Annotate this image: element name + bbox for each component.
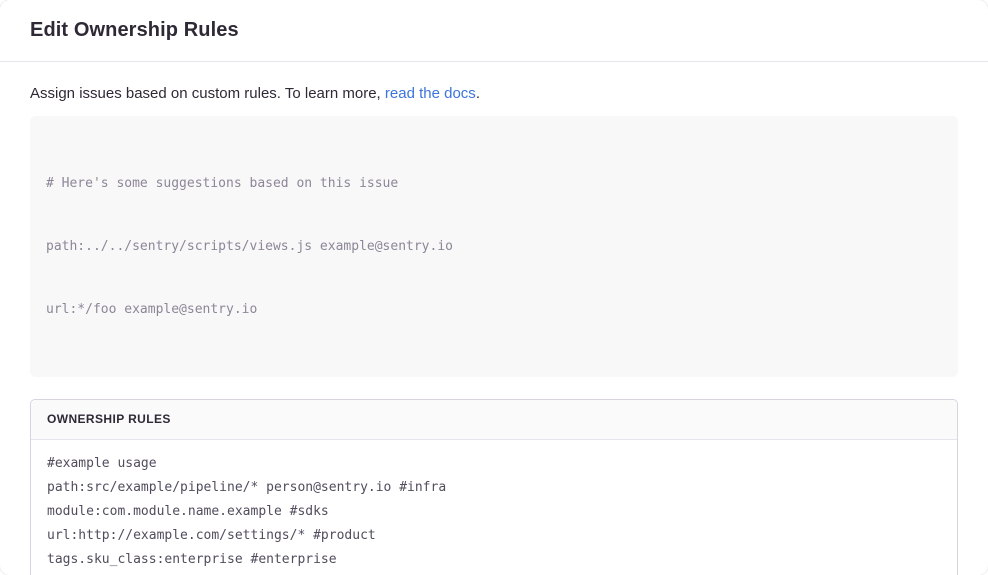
ownership-rules-textarea[interactable]: #example usage path:src/example/pipeline…: [31, 440, 957, 575]
suggestion-line: url:*/foo example@sentry.io: [46, 299, 942, 320]
page-title: Edit Ownership Rules: [30, 19, 239, 42]
suggestion-line: path:../../sentry/scripts/views.js examp…: [46, 236, 942, 257]
suggestion-line: # Here's some suggestions based on this …: [46, 173, 942, 194]
modal-header: Edit Ownership Rules: [0, 0, 988, 62]
description-text: Assign issues based on custom rules. To …: [30, 85, 385, 102]
ownership-rules-panel: OWNERSHIP RULES #example usage path:src/…: [30, 399, 958, 575]
suggestions-block: # Here's some suggestions based on this …: [30, 116, 958, 377]
panel-title: OWNERSHIP RULES: [47, 412, 171, 426]
read-the-docs-link[interactable]: read the docs: [385, 85, 476, 102]
edit-ownership-rules-modal: Edit Ownership Rules Assign issues based…: [0, 0, 988, 575]
modal-body: Assign issues based on custom rules. To …: [0, 62, 988, 575]
description: Assign issues based on custom rules. To …: [30, 84, 958, 103]
panel-header: OWNERSHIP RULES: [31, 400, 957, 440]
description-period: .: [476, 85, 480, 102]
